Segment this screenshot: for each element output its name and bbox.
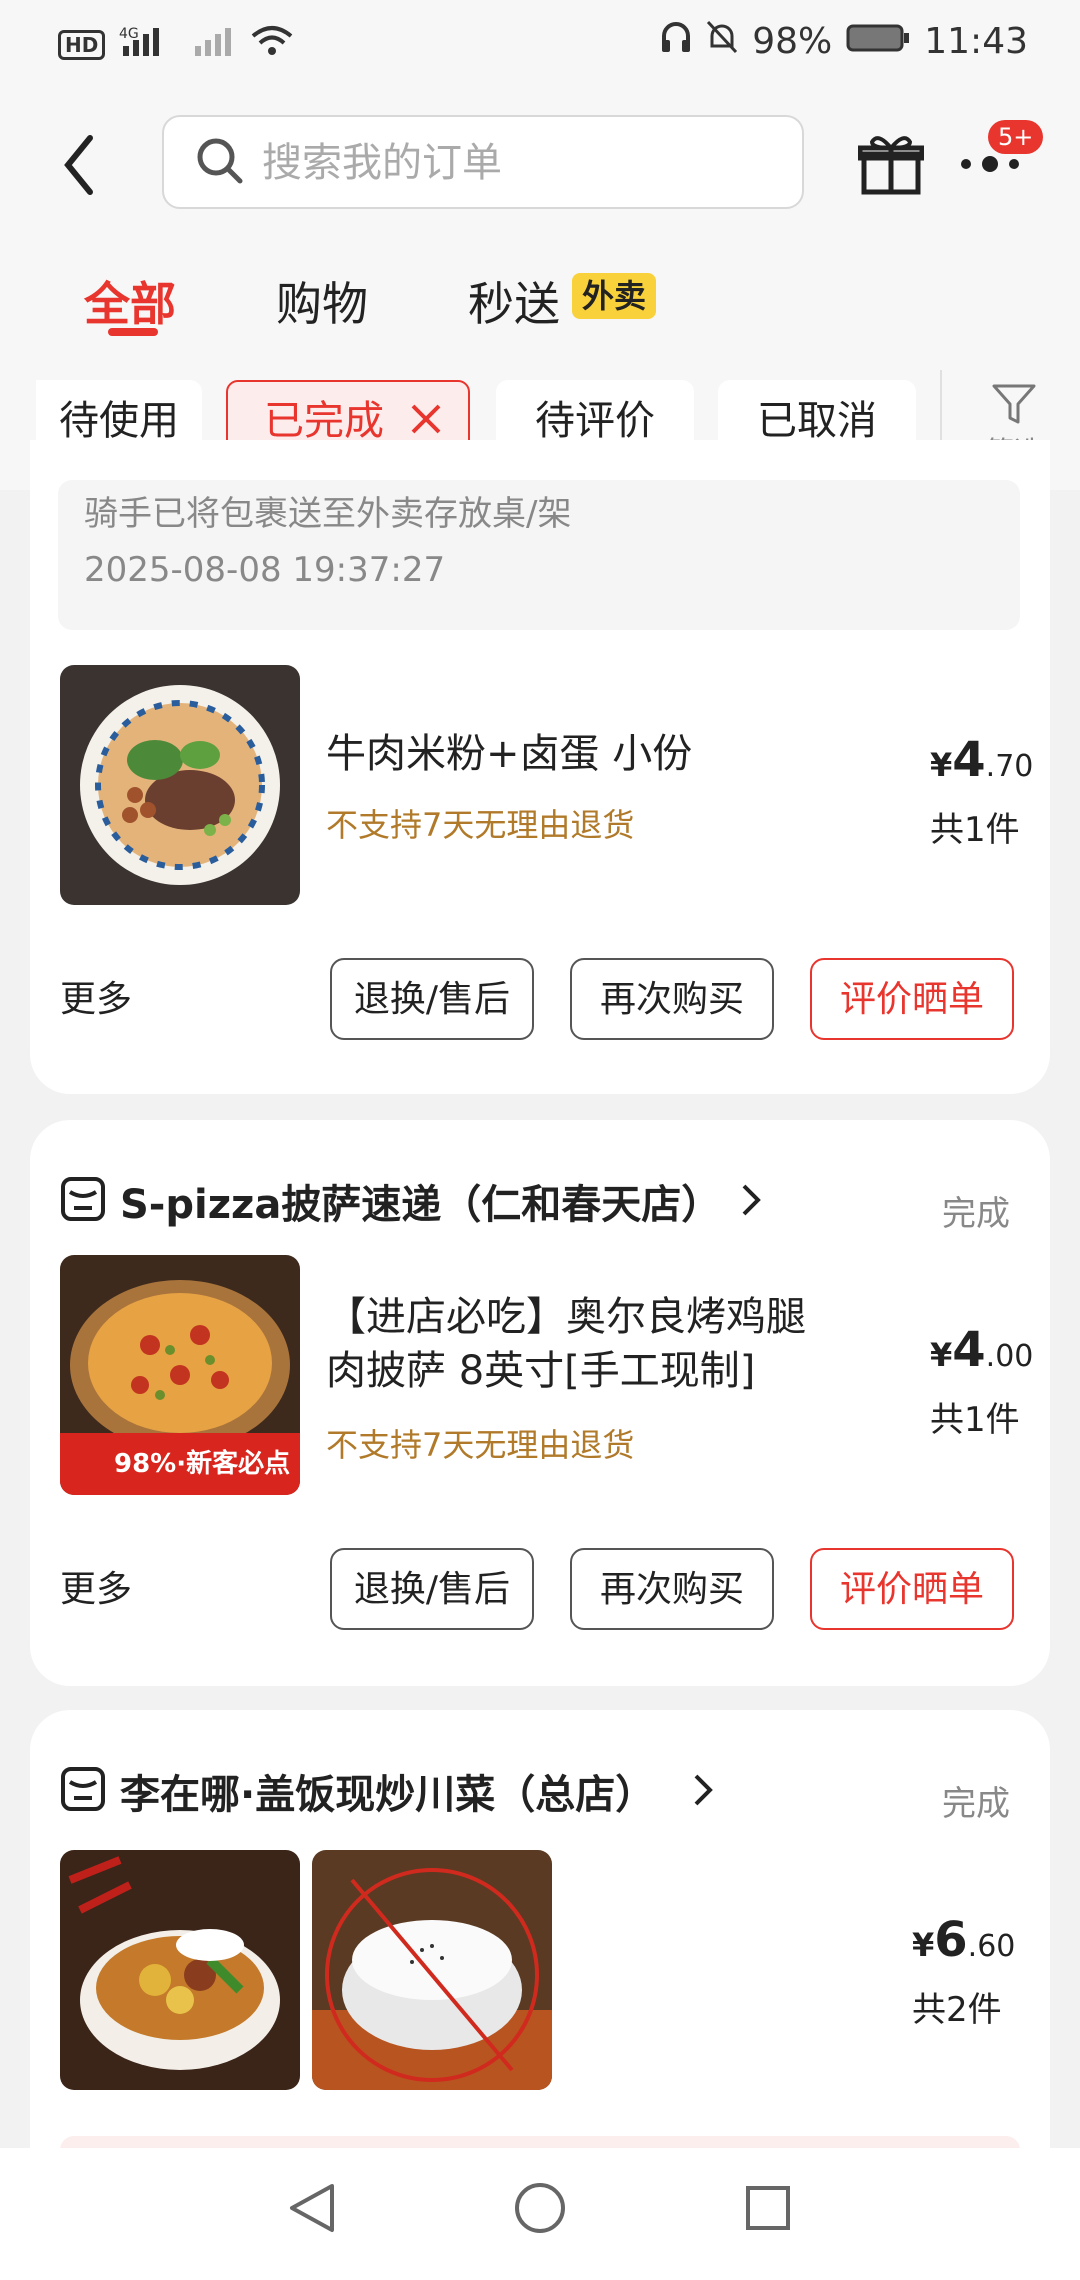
order-status: 完成: [942, 1194, 1010, 1234]
promo-banner: 98%·新客必点: [60, 1433, 300, 1495]
product-title-line1[interactable]: 【进店必吃】奥尔良烤鸡腿: [326, 1290, 806, 1344]
signal-2-icon: [193, 24, 237, 65]
review-button[interactable]: 评价晒单: [810, 1548, 1014, 1630]
product-image-stew[interactable]: [60, 1850, 300, 2090]
filter-icon[interactable]: [990, 382, 1038, 426]
currency-symbol: ¥: [930, 1336, 953, 1374]
review-button[interactable]: 评价晒单: [810, 958, 1014, 1040]
tab-all[interactable]: 全部: [84, 268, 176, 334]
more-link[interactable]: 更多: [60, 1560, 132, 1612]
active-tab-indicator: [108, 328, 158, 336]
chevron-right-icon[interactable]: [692, 1770, 716, 1814]
battery-percent: 98%: [752, 21, 833, 62]
quantity: 共1件: [930, 1400, 1020, 1440]
shop-icon: [60, 1766, 106, 1812]
rebuy-button[interactable]: 再次购买: [570, 958, 774, 1040]
product-price: ¥4.70: [930, 732, 1033, 788]
currency-symbol: ¥: [912, 1926, 935, 1964]
takeout-badge: 外卖: [572, 273, 657, 319]
shop-name[interactable]: S-pizza披萨速递（仁和春天店）: [120, 1172, 721, 1230]
product-image-pizza[interactable]: 98%·新客必点: [60, 1255, 300, 1495]
order-total-price: ¥6.60: [912, 1912, 1015, 1968]
headphone-icon: [660, 20, 692, 63]
product-image-rice[interactable]: [312, 1850, 552, 2090]
shop-icon: [60, 1176, 106, 1222]
battery-icon: [846, 21, 910, 62]
product-title-line2[interactable]: 肉披萨 8英寸[手工现制]: [326, 1344, 755, 1398]
chevron-right-icon[interactable]: [740, 1180, 764, 1224]
delivery-info: 骑手已将包裹送至外卖存放桌/架 2025-08-08 19:37:27: [58, 480, 1020, 630]
price-dec: .00: [985, 1339, 1034, 1374]
shop-name[interactable]: 李在哪·盖饭现炒川菜（总店）: [120, 1762, 655, 1820]
system-nav-bar: [0, 2148, 1080, 2280]
product-title[interactable]: 牛肉米粉+卤蛋 小份: [326, 727, 692, 781]
nav-home-icon[interactable]: [510, 2178, 570, 2242]
wifi-icon: [251, 24, 293, 65]
hd-icon: HD: [58, 29, 106, 60]
product-image-noodles[interactable]: [60, 665, 300, 905]
status-right: 98% 11:43: [660, 20, 1028, 63]
price-int: 4: [952, 732, 986, 788]
nav-back-icon[interactable]: [282, 2178, 342, 2242]
nav-recent-icon[interactable]: [738, 2178, 798, 2242]
price-dec: .70: [985, 749, 1034, 784]
search-icon: [196, 137, 246, 187]
notification-badge: 5+: [988, 120, 1044, 154]
tab-express[interactable]: 秒送: [468, 268, 560, 334]
product-price: ¥4.00: [930, 1322, 1033, 1378]
order-status: 完成: [942, 1784, 1010, 1824]
search-input[interactable]: [260, 117, 784, 209]
delivery-time: 2025-08-08 19:37:27: [84, 550, 446, 590]
chip-completed-label: 已完成: [264, 398, 384, 444]
delivery-note: 骑手已将包裹送至外卖存放桌/架: [84, 494, 572, 534]
price-dec: .60: [967, 1929, 1016, 1964]
return-button[interactable]: 退换/售后: [330, 958, 534, 1040]
search-bar[interactable]: [162, 115, 804, 209]
quantity: 共2件: [912, 1990, 1002, 2030]
more-link[interactable]: 更多: [60, 970, 132, 1022]
no-return-warning: 不支持7天无理由退货: [326, 1426, 635, 1464]
rebuy-button[interactable]: 再次购买: [570, 1548, 774, 1630]
gift-icon[interactable]: [857, 130, 925, 196]
mute-bell-icon: [706, 20, 738, 63]
currency-symbol: ¥: [930, 746, 953, 784]
svg-text:4G: 4G: [119, 26, 139, 42]
return-button[interactable]: 退换/售后: [330, 1548, 534, 1630]
quantity: 共1件: [930, 810, 1020, 850]
tab-shopping[interactable]: 购物: [276, 268, 368, 334]
price-int: 4: [952, 1322, 986, 1378]
no-return-warning: 不支持7天无理由退货: [326, 806, 635, 844]
signal-icon: 4G: [119, 24, 179, 65]
clock: 11:43: [924, 21, 1028, 62]
price-int: 6: [934, 1912, 968, 1968]
status-left-icons: HD 4G: [58, 24, 293, 65]
status-bar: HD 4G 98% 11:43: [0, 0, 1080, 90]
back-icon[interactable]: [56, 130, 106, 200]
